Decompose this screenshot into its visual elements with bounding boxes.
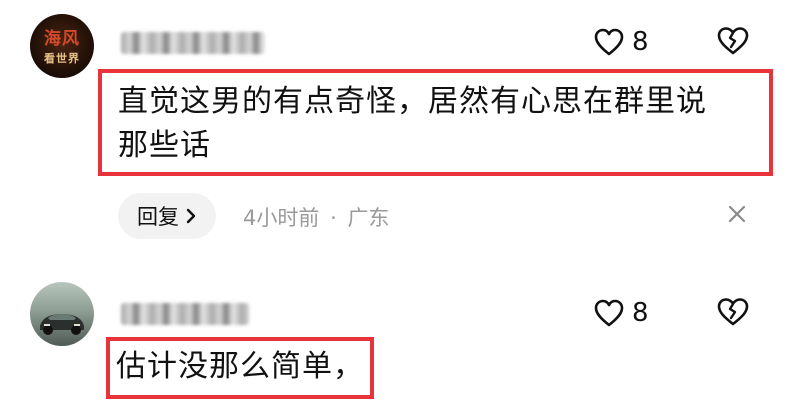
comment-location: 广东: [347, 206, 390, 230]
avatar[interactable]: 海风 看世界: [30, 14, 94, 78]
like-button[interactable]: 8: [594, 27, 649, 57]
dislike-button[interactable]: [716, 26, 750, 60]
comment-line: 直觉这男的有点奇怪，居然有心思在群里说: [118, 84, 707, 119]
comment-line: 那些话: [118, 128, 211, 163]
like-count: 8: [632, 27, 649, 57]
like-button[interactable]: 8: [594, 298, 649, 328]
comment-meta: 4小时前 · 广东: [243, 202, 389, 232]
close-icon[interactable]: [726, 203, 748, 225]
comment-text: 估计没那么简单，: [116, 345, 364, 389]
broken-heart-icon: [717, 27, 749, 55]
chevron-right-icon: [186, 208, 196, 224]
reply-label: 回复: [137, 205, 179, 229]
broken-heart-icon: [717, 298, 749, 326]
avatar-subtitle: 看世界: [44, 52, 80, 65]
reply-button[interactable]: 回复: [118, 193, 216, 239]
car-avatar-image: [40, 314, 84, 335]
heart-outline-icon: [594, 28, 624, 56]
avatar[interactable]: [30, 282, 94, 346]
dislike-button[interactable]: [716, 297, 750, 331]
username-blurred[interactable]: [121, 32, 265, 54]
avatar-title: 海风: [44, 29, 80, 49]
heart-outline-icon: [594, 299, 624, 327]
like-count: 8: [632, 298, 649, 328]
comment-text: 直觉这男的有点奇怪，居然有心思在群里说 那些话: [118, 80, 707, 168]
username-blurred[interactable]: [121, 303, 249, 325]
comment-line: 估计没那么简单，: [116, 349, 364, 384]
meta-separator: ·: [330, 206, 337, 230]
comment-time: 4小时前: [243, 206, 320, 230]
